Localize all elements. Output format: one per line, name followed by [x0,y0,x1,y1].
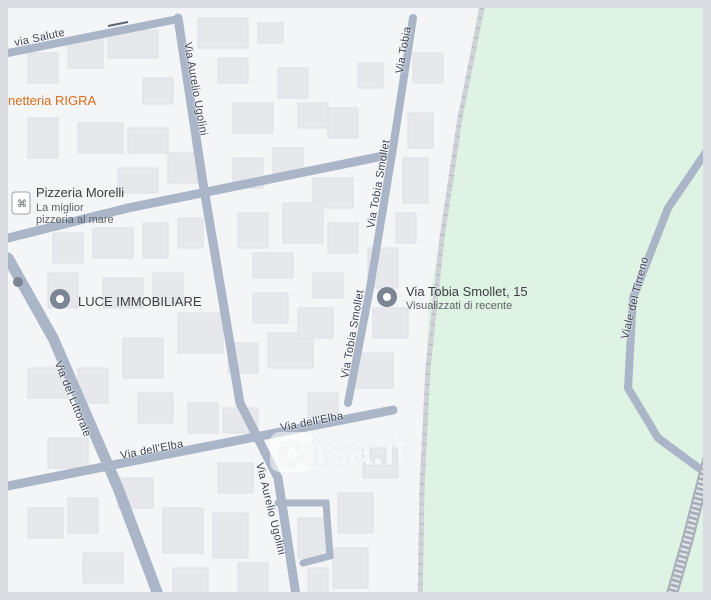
place-label-luce[interactable]: LUCE IMMOBILIARE [78,294,202,309]
place-label-address[interactable]: Via Tobia Smollet, 15 [406,284,528,299]
place-sub-address: Visualizzati di recente [406,300,513,312]
watermark-text: casa.it [278,426,409,475]
oneway-arrow [107,21,129,27]
place-sub-pizzeria-2: pizzeria al mare [36,214,114,226]
pizzeria-pin[interactable]: ⌘ [11,191,31,215]
map-frame: ⌘ via Salute Via Aurelio Ugolini Via Tob… [0,0,711,600]
svg-text:⌘: ⌘ [17,199,27,210]
address-pin[interactable] [377,287,397,307]
place-label-rigra[interactable]: netteria RIGRA [8,93,96,108]
luce-pin[interactable] [50,289,70,309]
place-sub-pizzeria-1: La miglior [36,202,84,214]
place-label-pizzeria[interactable]: Pizzeria Morelli [36,185,124,200]
poi-dot [13,277,23,287]
